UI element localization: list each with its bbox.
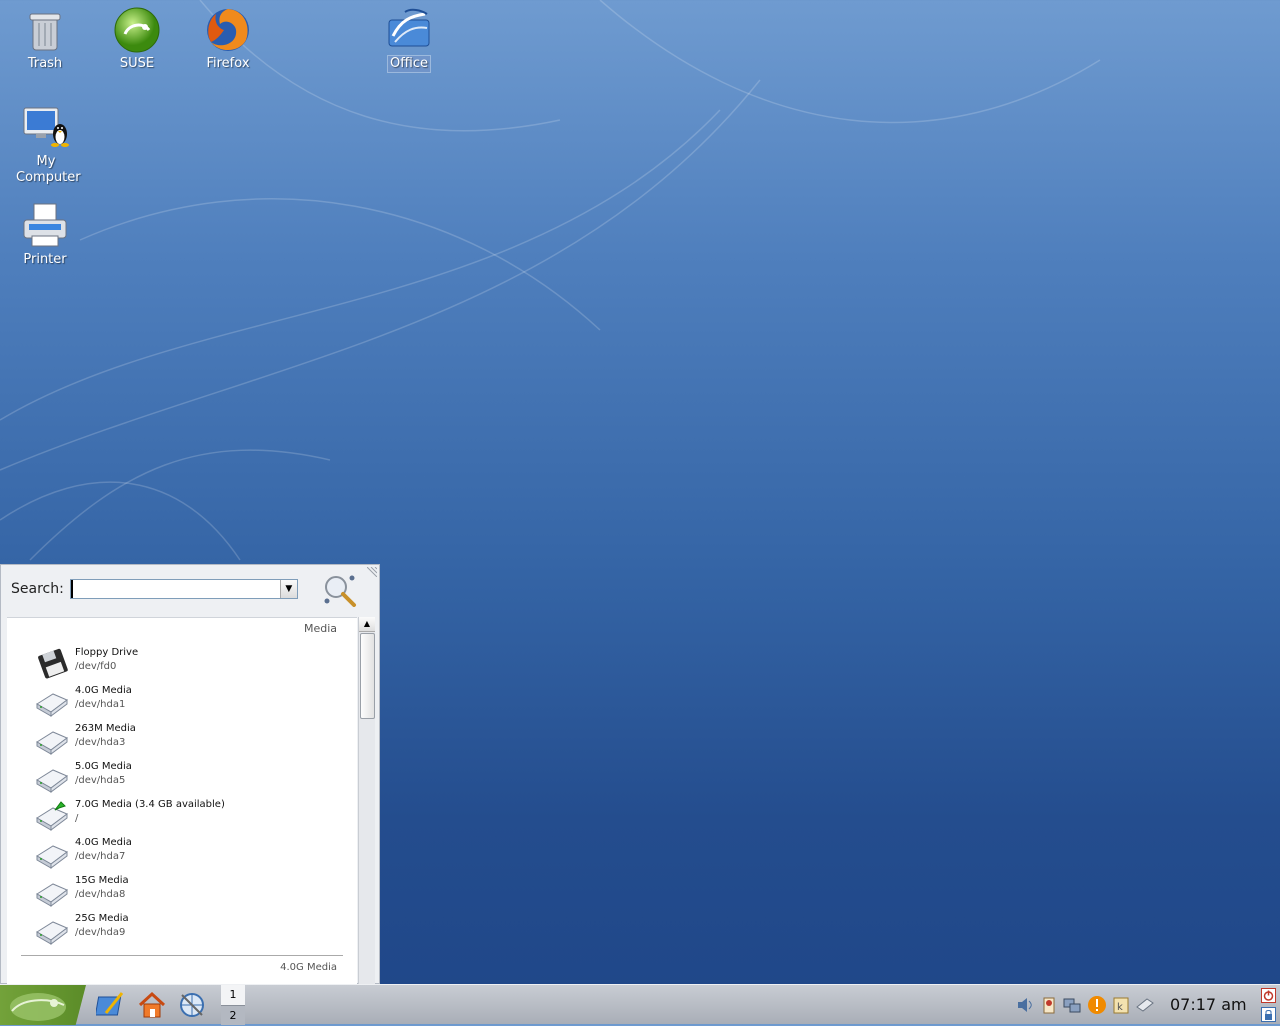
- removable-media-icon[interactable]: [1135, 995, 1155, 1015]
- trash-icon: [21, 6, 69, 54]
- scrollbar-thumb[interactable]: [360, 633, 375, 719]
- desktop-icon-printer[interactable]: Printer: [3, 202, 87, 268]
- list-item[interactable]: 4.0G Media /dev/hda1: [35, 684, 335, 720]
- openoffice-icon: [385, 6, 433, 54]
- desktop-icon-label: Trash: [27, 56, 63, 71]
- hard-disk-icon: [36, 883, 68, 907]
- divider: [21, 955, 343, 956]
- home-icon[interactable]: [136, 989, 168, 1021]
- resize-grip-icon[interactable]: [367, 567, 377, 577]
- item-title: 4.0G Media: [75, 837, 132, 848]
- search-row: Search: ▼: [11, 577, 298, 601]
- item-subtitle: /dev/hda8: [75, 889, 126, 900]
- item-subtitle: /dev/fd0: [75, 661, 117, 672]
- desktop-icon-office[interactable]: Office: [367, 6, 451, 73]
- desktop-icon-label: My Computer: [16, 154, 81, 185]
- hard-disk-icon: [36, 845, 68, 869]
- section-header: Media: [303, 622, 337, 635]
- desktop-icon-suse[interactable]: SUSE: [95, 6, 179, 72]
- item-title: 7.0G Media (3.4 GB available): [75, 799, 225, 810]
- volume-icon[interactable]: [1015, 995, 1035, 1015]
- desktop-icon-label: Printer: [23, 252, 67, 267]
- clock[interactable]: 07:17 am: [1170, 995, 1247, 1014]
- scroll-up-icon[interactable]: ▲: [359, 617, 375, 632]
- item-title: 25G Media: [75, 913, 129, 924]
- lock-screen-icon[interactable]: [1261, 1007, 1276, 1022]
- computer-icon: [22, 104, 70, 152]
- item-subtitle: /dev/hda9: [75, 927, 126, 938]
- list-item[interactable]: 25G Media /dev/hda9: [35, 912, 335, 948]
- hard-disk-icon: [36, 731, 68, 755]
- item-title: 15G Media: [75, 875, 129, 886]
- hard-disk-icon: [36, 769, 68, 793]
- suse-icon: [113, 6, 161, 54]
- vertical-scrollbar[interactable]: ▲: [358, 617, 375, 984]
- desktop-icon-firefox[interactable]: Firefox: [186, 6, 270, 72]
- printer-icon: [21, 202, 69, 250]
- svg-text:k: k: [1117, 1002, 1123, 1013]
- item-title: 4.0G Media: [75, 685, 132, 696]
- klipper-icon[interactable]: [1039, 995, 1059, 1015]
- item-subtitle: /dev/hda7: [75, 851, 126, 862]
- desktop-icon-label: SUSE: [119, 56, 155, 71]
- chevron-down-icon[interactable]: ▼: [279, 580, 297, 598]
- web-browser-icon[interactable]: [176, 989, 208, 1021]
- kerry-search-menu: Search: ▼ Media Floppy Drive /dev/fd0 4.…: [0, 564, 380, 985]
- item-subtitle: /: [75, 813, 79, 824]
- hard-disk-icon: [36, 693, 68, 717]
- desktop-icon-label: Office: [387, 55, 431, 73]
- pager-desktop-2[interactable]: 2: [221, 1005, 245, 1025]
- search-label: Search:: [11, 581, 64, 597]
- floppy-icon: [38, 648, 68, 679]
- update-alert-icon[interactable]: [1087, 995, 1107, 1015]
- firefox-icon: [204, 6, 252, 54]
- mounted-hard-disk-icon: [36, 801, 68, 831]
- item-title: 5.0G Media: [75, 761, 132, 772]
- network-icon[interactable]: [1062, 995, 1082, 1015]
- item-subtitle: /dev/hda1: [75, 699, 126, 710]
- item-title: 263M Media: [75, 723, 136, 734]
- search-icon[interactable]: [321, 573, 357, 607]
- desktop-icon-my-computer[interactable]: My Computer: [4, 104, 88, 186]
- item-subtitle: /dev/hda3: [75, 737, 126, 748]
- footer-label[interactable]: 4.0G Media: [280, 962, 337, 973]
- item-title: Floppy Drive: [75, 647, 139, 658]
- logout-icon[interactable]: [1261, 988, 1276, 1003]
- hard-disk-icon: [36, 921, 68, 945]
- desktop-icon-trash[interactable]: Trash: [3, 6, 87, 72]
- desktop-icon-label: Firefox: [206, 56, 250, 71]
- text-editor-icon[interactable]: [96, 989, 128, 1021]
- start-menu-button[interactable]: [0, 985, 86, 1025]
- kde-icon[interactable]: k: [1111, 995, 1131, 1015]
- search-input[interactable]: [70, 580, 280, 598]
- pager-desktop-1[interactable]: 1: [221, 985, 245, 1005]
- taskbar: 1 2 k 07:17 am: [0, 984, 1280, 1025]
- list-item[interactable]: 4.0G Media /dev/hda7: [35, 836, 335, 872]
- desktop-pager: 1 2: [221, 985, 245, 1025]
- list-item[interactable]: 7.0G Media (3.4 GB available) /: [35, 798, 335, 834]
- search-combobox[interactable]: ▼: [69, 579, 298, 599]
- media-list: Media Floppy Drive /dev/fd0 4.0G Media /…: [7, 617, 357, 985]
- item-subtitle: /dev/hda5: [75, 775, 126, 786]
- list-item[interactable]: 15G Media /dev/hda8: [35, 874, 335, 910]
- list-item[interactable]: 5.0G Media /dev/hda5: [35, 760, 335, 796]
- list-item[interactable]: Floppy Drive /dev/fd0: [35, 646, 335, 682]
- gecko-logo-icon: [10, 993, 66, 1021]
- list-item[interactable]: 263M Media /dev/hda3: [35, 722, 335, 758]
